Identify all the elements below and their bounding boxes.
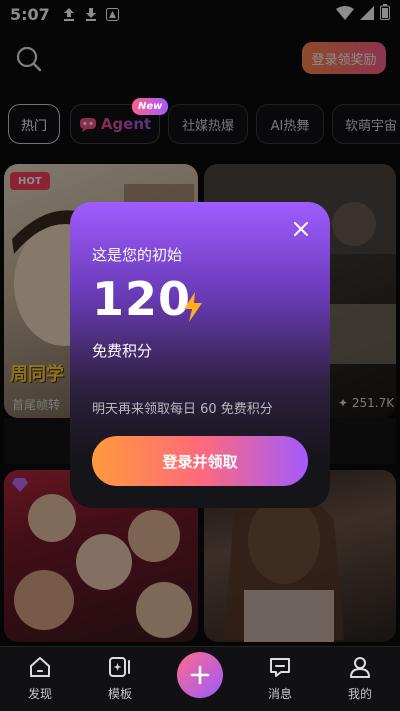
close-icon — [294, 222, 308, 236]
credits-unit: 免费积分 — [92, 342, 153, 360]
nav-discover[interactable]: 发现 — [10, 655, 70, 707]
nav-templates[interactable]: 模板 — [90, 655, 150, 707]
home-icon — [30, 657, 50, 677]
login-claim-button[interactable]: 登录并领取 — [92, 436, 308, 486]
nav-profile[interactable]: 我的 — [330, 655, 390, 707]
new-badge: New — [132, 98, 169, 115]
plus-icon — [190, 665, 210, 685]
daily-credits-note: 明天再来领取每日 60 免费积分 — [92, 402, 273, 417]
nav-label: 消息 — [267, 687, 292, 701]
profile-icon — [350, 657, 370, 678]
nav-label: 发现 — [27, 687, 52, 701]
credits-amount: 120 — [92, 272, 192, 326]
lightning-icon — [184, 292, 202, 322]
create-button[interactable] — [177, 652, 223, 698]
credits-modal: 这是您的初始 120 免费积分 明天再来领取每日 60 免费积分 登录并领取 — [70, 202, 330, 508]
template-icon — [109, 657, 130, 677]
nav-messages[interactable]: 消息 — [250, 655, 310, 707]
modal-eyebrow: 这是您的初始 — [92, 246, 183, 264]
nav-label: 模板 — [107, 687, 132, 701]
nav-label: 我的 — [347, 687, 372, 701]
close-button[interactable] — [290, 218, 312, 240]
message-icon — [270, 658, 290, 677]
